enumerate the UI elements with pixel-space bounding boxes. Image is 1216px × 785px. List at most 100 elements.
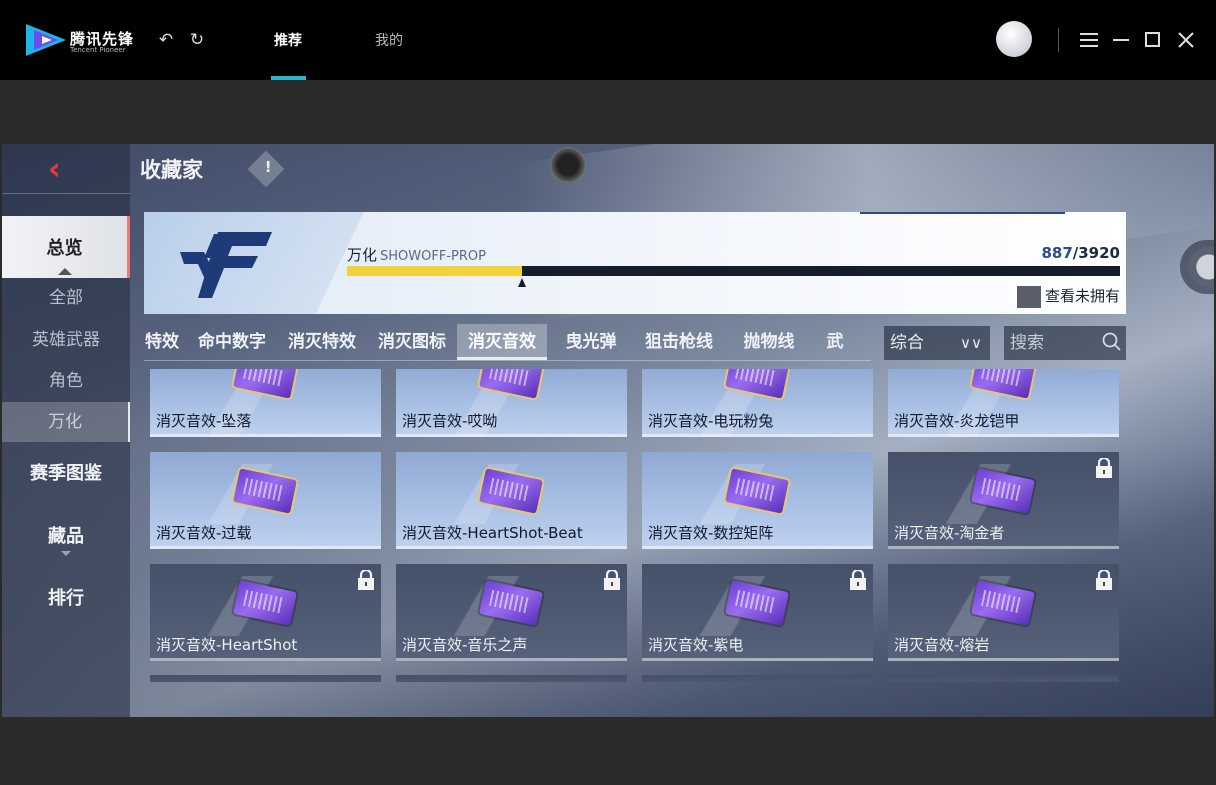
item-card[interactable]: 消灭音效-淘金者 xyxy=(888,452,1119,549)
progress-bar-fill xyxy=(347,266,522,276)
item-card[interactable]: 消灭音效-音乐之声 xyxy=(396,564,627,661)
sidebar-item-hero-weapons[interactable]: 英雄武器 xyxy=(2,320,130,360)
item-card[interactable]: 消灭音效-熔岩 xyxy=(888,564,1119,661)
sidebar-item-ranking[interactable]: 排行 xyxy=(2,579,130,619)
item-card[interactable]: 消灭音效-电玩粉兔 xyxy=(642,369,873,437)
item-card[interactable]: 消灭音效-数控矩阵 xyxy=(642,452,873,549)
back-button[interactable]: ‹‹ xyxy=(2,144,130,194)
maximize-icon[interactable] xyxy=(1145,32,1161,48)
info-button[interactable]: ! xyxy=(247,150,285,188)
floating-ball-icon[interactable] xyxy=(550,147,586,183)
caret-up-icon xyxy=(57,268,72,275)
progress-label: 万化 SHOWOFF-PROP xyxy=(347,244,486,265)
card-bottom-bar xyxy=(150,658,381,661)
page-title: 收藏家 xyxy=(140,158,203,182)
item-name: 消灭音效-过载 xyxy=(156,524,252,542)
item-name: 消灭音效-淘金者 xyxy=(894,524,1005,542)
lock-icon xyxy=(357,568,375,590)
item-name: 消灭音效-HeartShot-Beat xyxy=(402,524,583,542)
item-card[interactable]: 消灭音效-坠落 xyxy=(150,369,381,437)
sidebar-item-collection[interactable]: 藏品 xyxy=(2,517,130,557)
item-name: 消灭音效-哎呦 xyxy=(402,412,498,430)
tab-parabola[interactable]: 抛物线 xyxy=(736,324,802,360)
progress-bar xyxy=(347,266,1120,287)
tab-weapon[interactable]: 武 xyxy=(820,324,850,360)
item-name: 消灭音效-炎龙铠甲 xyxy=(894,412,1020,430)
tab-tracer[interactable]: 曳光弹 xyxy=(558,324,624,360)
tab-recommend[interactable]: 推荐 xyxy=(274,30,302,50)
lock-icon xyxy=(1095,568,1113,590)
item-card-partial[interactable] xyxy=(888,675,1119,682)
item-name: 消灭音效-熔岩 xyxy=(894,636,990,654)
titlebar-divider xyxy=(1058,28,1059,52)
item-name: 消灭音效-电玩粉兔 xyxy=(648,412,774,430)
item-card-partial[interactable] xyxy=(396,675,627,682)
caret-down-icon xyxy=(61,551,71,556)
menu-icon[interactable] xyxy=(1080,32,1098,48)
sidebar-item-overview[interactable]: 总览 xyxy=(2,216,130,278)
search-box[interactable] xyxy=(1004,326,1126,360)
refresh-icon[interactable]: ↻ xyxy=(187,30,207,50)
item-name: 消灭音效-紫电 xyxy=(648,636,744,654)
progress-label-cn: 万化 xyxy=(347,246,378,264)
tab-kill-icon[interactable]: 消灭图标 xyxy=(372,324,452,360)
item-card-partial[interactable] xyxy=(150,675,381,682)
show-unowned-toggle[interactable]: 查看未拥有 xyxy=(1016,285,1120,308)
avatar[interactable] xyxy=(996,21,1032,57)
item-card[interactable]: 消灭音效-HeartShot-Beat xyxy=(396,452,627,549)
category-tabs: 特效 命中数字 消灭特效 消灭图标 消灭音效 曳光弹 狙击枪线 抛物线 武 xyxy=(144,324,871,361)
collection-progress-banner: 万化 SHOWOFF-PROP 887/3920 查看未拥有 xyxy=(144,212,1126,314)
item-card[interactable]: 消灭音效-紫电 xyxy=(642,564,873,661)
card-bottom-bar xyxy=(642,546,873,549)
sort-value: 综合 xyxy=(890,333,924,353)
banner-accent-line xyxy=(860,212,1065,214)
lock-icon xyxy=(849,568,867,590)
item-card-partial[interactable] xyxy=(642,675,873,682)
progress-label-en: SHOWOFF-PROP xyxy=(380,249,486,264)
launcher-titlebar: 腾讯先锋 Tencent Pioneer ↶ ↻ 推荐 我的 xyxy=(0,0,1216,80)
item-card[interactable]: 消灭音效-过载 xyxy=(150,452,381,549)
sidebar-item-season[interactable]: 赛季图鉴 xyxy=(2,454,130,494)
search-input[interactable] xyxy=(1004,326,1100,360)
item-card[interactable]: 消灭音效-炎龙铠甲 xyxy=(888,369,1119,437)
crossfire-logo xyxy=(180,232,272,298)
tab-mine[interactable]: 我的 xyxy=(375,30,403,50)
checkbox[interactable] xyxy=(1016,285,1041,308)
sidebar-item-label: 藏品 xyxy=(48,526,84,547)
item-card[interactable]: 消灭音效-HeartShot xyxy=(150,564,381,661)
sort-dropdown[interactable]: 综合 ∨∨ xyxy=(884,326,990,360)
close-icon[interactable] xyxy=(1178,32,1194,48)
tab-hit-number[interactable]: 命中数字 xyxy=(192,324,272,360)
item-card[interactable]: 消灭音效-哎呦 xyxy=(396,369,627,437)
collection-sidebar: ‹‹ 总览 全部 英雄武器 角色 万化 赛季图鉴 藏品 排行 xyxy=(2,144,130,717)
lock-icon xyxy=(1095,456,1113,478)
back-chevron-icon: ‹‹ xyxy=(48,152,58,187)
card-bottom-bar xyxy=(642,434,873,437)
active-tab-indicator xyxy=(271,76,306,80)
card-bottom-bar xyxy=(888,546,1119,549)
card-bottom-bar xyxy=(396,434,627,437)
sidebar-item-characters[interactable]: 角色 xyxy=(2,361,130,401)
search-icon[interactable] xyxy=(1102,332,1122,352)
game-screen: ‹‹ 总览 全部 英雄武器 角色 万化 赛季图鉴 藏品 排行 收藏家 ! 万化 S… xyxy=(2,144,1214,717)
item-grid: 消灭音效-坠落 消灭音效-哎呦 消灭音效-电玩粉兔 消灭音效-炎龙铠甲 消灭音效-过载消… xyxy=(150,369,1126,682)
undo-icon[interactable]: ↶ xyxy=(156,30,176,50)
card-bottom-bar xyxy=(888,434,1119,437)
minimize-icon[interactable] xyxy=(1113,32,1129,48)
tab-sniper-line[interactable]: 狙击枪线 xyxy=(638,324,720,360)
tab-kill-sound[interactable]: 消灭音效 xyxy=(457,324,547,360)
card-bottom-bar xyxy=(396,658,627,661)
total-count: /3920 xyxy=(1072,244,1120,262)
owned-count: 887 xyxy=(1041,244,1073,262)
sidebar-item-showoff[interactable]: 万化 xyxy=(2,402,130,442)
tab-effect[interactable]: 特效 xyxy=(144,324,186,360)
card-bottom-bar xyxy=(396,546,627,549)
item-name: 消灭音效-音乐之声 xyxy=(402,636,528,654)
item-name: 消灭音效-HeartShot xyxy=(156,636,298,654)
sidebar-item-all[interactable]: 全部 xyxy=(2,278,130,318)
settings-dial-icon[interactable] xyxy=(1180,240,1214,294)
show-unowned-label: 查看未拥有 xyxy=(1044,287,1120,305)
tab-kill-effect[interactable]: 消灭特效 xyxy=(282,324,362,360)
info-icon: ! xyxy=(264,157,272,176)
brand-subtitle: Tencent Pioneer xyxy=(70,46,126,54)
